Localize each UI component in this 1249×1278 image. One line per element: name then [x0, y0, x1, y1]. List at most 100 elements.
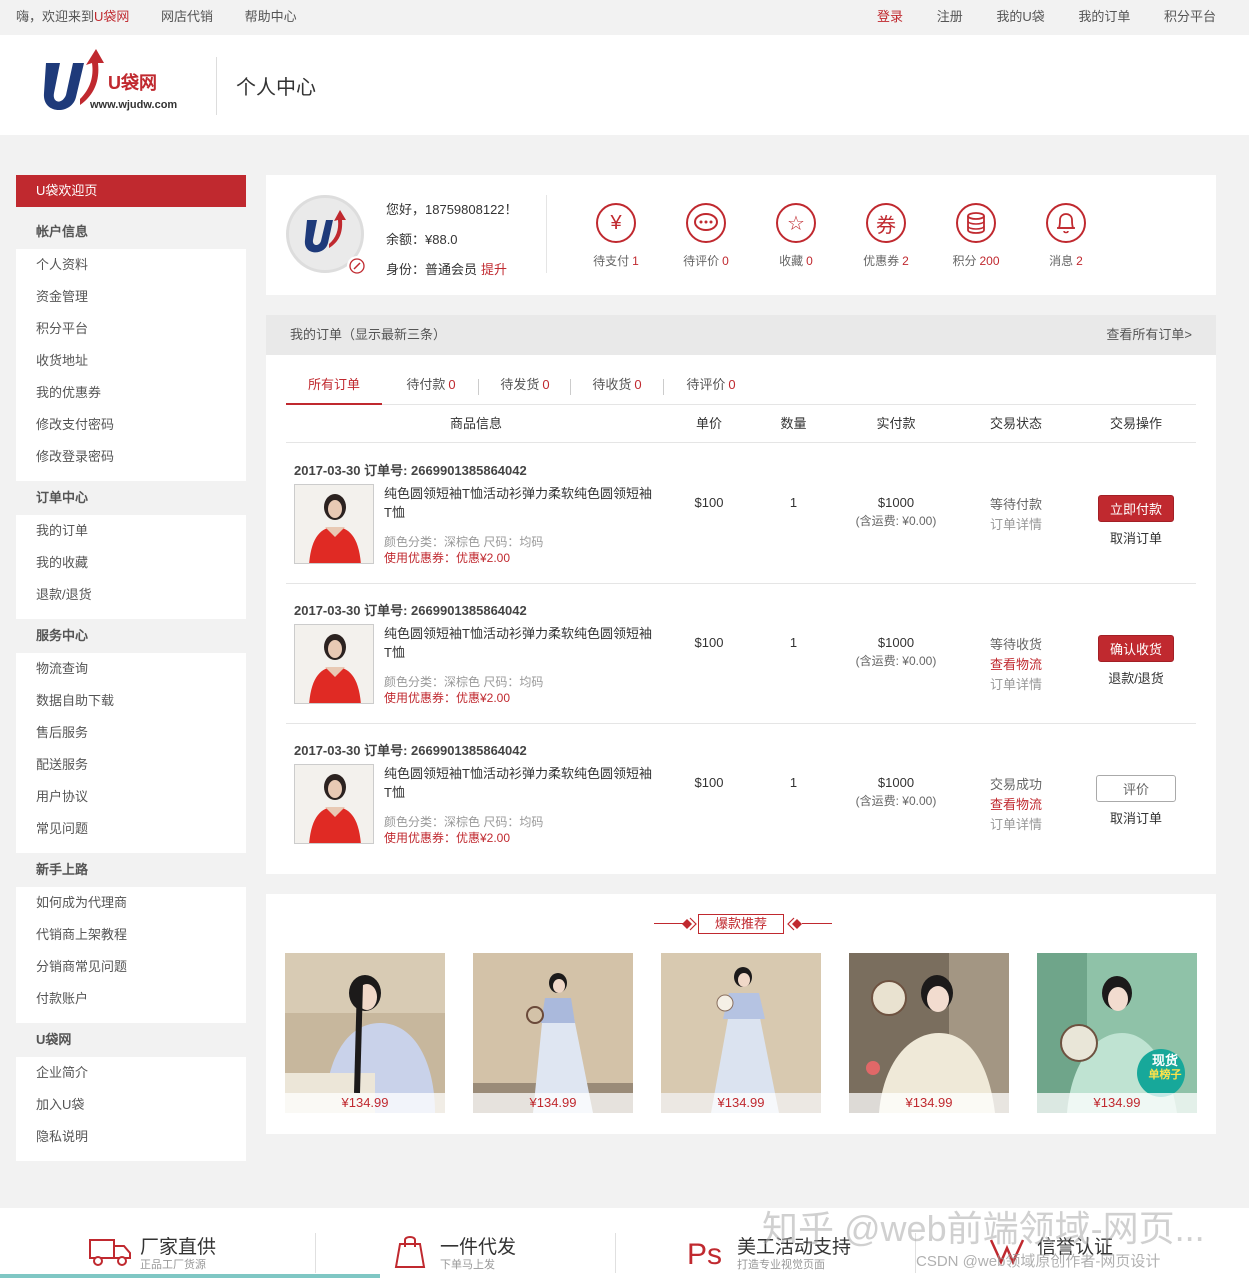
- sidebar-item-my-orders[interactable]: 我的订单: [16, 515, 246, 547]
- product-thumbnail[interactable]: [294, 764, 374, 844]
- upgrade-link[interactable]: 提升: [481, 262, 507, 277]
- product-name[interactable]: 纯色圆领短袖T恤活动衫弹力柔软纯色圆领短袖T恤: [384, 484, 654, 522]
- status-text: 等待付款: [989, 497, 1042, 512]
- sidebar-item-privacy[interactable]: 隐私说明: [16, 1121, 246, 1153]
- sidebar-item-after-sales[interactable]: 售后服务: [16, 717, 246, 749]
- sidebar-home[interactable]: U袋欢迎页: [16, 175, 246, 207]
- product-price: ¥134.99: [285, 1093, 445, 1113]
- logo[interactable]: U袋网 www.wjudw.com: [40, 49, 200, 121]
- order-detail-link[interactable]: 订单详情: [966, 515, 1066, 535]
- login-link[interactable]: 登录: [877, 9, 903, 24]
- product-card[interactable]: ¥134.99: [285, 953, 445, 1113]
- sidebar-item-data-download[interactable]: 数据自助下载: [16, 685, 246, 717]
- col-paid: 实付款: [876, 416, 916, 431]
- sidebar-item-faq[interactable]: 常见问题: [16, 813, 246, 845]
- sidebar-item-coupons[interactable]: 我的优惠券: [16, 377, 246, 409]
- cancel-order-link[interactable]: 取消订单: [1086, 528, 1186, 547]
- order-detail-link[interactable]: 订单详情: [966, 815, 1066, 835]
- refund-link[interactable]: 退款/退货: [1086, 668, 1186, 687]
- tab-pending-payment[interactable]: 待付款 0: [386, 370, 476, 405]
- coins-icon: [956, 203, 996, 243]
- product-price: ¥134.99: [661, 1093, 821, 1113]
- view-all-orders-link[interactable]: 查看所有订单>: [1106, 315, 1192, 355]
- view-logistics-link[interactable]: 查看物流: [966, 795, 1066, 815]
- sidebar-item-refunds[interactable]: 退款/退货: [16, 579, 246, 611]
- tab-pending-receipt[interactable]: 待收货 0: [572, 370, 662, 405]
- stat-coupons[interactable]: 券 优惠券 2: [851, 203, 921, 269]
- top-link-help[interactable]: 帮助中心: [245, 9, 297, 24]
- recommend-panel: 爆款推荐 ¥134.99 ¥134.99 ¥134.99 ¥134.99 现货单…: [266, 894, 1216, 1134]
- sidebar-item-points[interactable]: 积分平台: [16, 313, 246, 345]
- logo-site-url: www.wjudw.com: [90, 99, 178, 111]
- cancel-order-link[interactable]: 取消订单: [1086, 808, 1186, 827]
- sidebar-item-distributor-faq[interactable]: 分销商常见问题: [16, 951, 246, 983]
- stat-messages[interactable]: 消息 2: [1031, 203, 1101, 269]
- sidebar-item-delivery[interactable]: 配送服务: [16, 749, 246, 781]
- stat-points[interactable]: 积分 200: [941, 203, 1011, 269]
- order-detail-link[interactable]: 订单详情: [966, 675, 1066, 695]
- my-orders-link[interactable]: 我的订单: [1078, 9, 1130, 24]
- stat-pending-review[interactable]: 待评价 0: [671, 203, 741, 269]
- sidebar-item-company[interactable]: 企业简介: [16, 1057, 246, 1089]
- sidebar-item-favorites[interactable]: 我的收藏: [16, 547, 246, 579]
- stat-favorites[interactable]: ☆ 收藏 0: [761, 203, 831, 269]
- view-logistics-link[interactable]: 查看物流: [966, 655, 1066, 675]
- product-name[interactable]: 纯色圆领短袖T恤活动衫弹力柔软纯色圆领短袖T恤: [384, 764, 654, 802]
- product-attrs: 颜色分类：深棕色 尺码：均码: [384, 675, 544, 689]
- sidebar-group-title: U袋网: [16, 1023, 246, 1057]
- top-link-dropship[interactable]: 网店代销: [161, 9, 213, 24]
- sidebar-item-become-agent[interactable]: 如何成为代理商: [16, 887, 246, 919]
- table-row: 2017-03-30 订单号: 2669901385864042 纯色圆领短袖T…: [286, 584, 1196, 724]
- sidebar-item-logistics[interactable]: 物流查询: [16, 653, 246, 685]
- bag-icon: [388, 1234, 432, 1268]
- product-thumbnail[interactable]: [294, 484, 374, 564]
- col-status: 交易状态: [989, 416, 1042, 431]
- register-link[interactable]: 注册: [937, 9, 963, 24]
- product-card[interactable]: ¥134.99: [661, 953, 821, 1113]
- paid-amount: $1000 (含运费: ¥0.00): [855, 775, 937, 808]
- product-name[interactable]: 纯色圆领短袖T恤活动衫弹力柔软纯色圆领短袖T恤: [384, 624, 654, 662]
- avatar[interactable]: [286, 195, 367, 276]
- sidebar-item-listing-tutorial[interactable]: 代销商上架教程: [16, 919, 246, 951]
- product-card[interactable]: ¥134.99: [473, 953, 633, 1113]
- star-icon: ☆: [776, 203, 816, 243]
- tab-all-orders[interactable]: 所有订单: [286, 370, 382, 405]
- sidebar-item-login-password[interactable]: 修改登录密码: [16, 441, 246, 473]
- sidebar-item-pay-password[interactable]: 修改支付密码: [16, 409, 246, 441]
- order-actions: 确认收货 退款/退货: [1086, 635, 1186, 687]
- tab-pending-shipment[interactable]: 待发货 0: [480, 370, 570, 405]
- stat-pending-payment[interactable]: ¥ 待支付 1: [581, 203, 651, 269]
- my-udai-link[interactable]: 我的U袋: [996, 9, 1044, 24]
- order-status: 等待收货 查看物流 订单详情: [966, 635, 1066, 695]
- top-bar-left: 嗨，欢迎来到U袋网 网店代销 帮助中心: [16, 0, 297, 34]
- watermark-csdn: CSDN @web领域原创作者-网页设计: [916, 1253, 1161, 1270]
- product-price: ¥134.99: [1037, 1093, 1197, 1113]
- order-header: 2017-03-30 订单号: 2669901385864042: [294, 603, 527, 618]
- greeting-brand-link[interactable]: U袋网: [94, 9, 129, 24]
- product-thumbnail[interactable]: [294, 624, 374, 704]
- col-price: 单价: [695, 416, 722, 431]
- watermark-zhihu: 知乎 @web前端领域-网页...: [762, 1208, 1205, 1249]
- sidebar-item-agreement[interactable]: 用户协议: [16, 781, 246, 813]
- confirm-receipt-button[interactable]: 确认收货: [1097, 635, 1174, 662]
- sidebar-item-profile[interactable]: 个人资料: [16, 249, 246, 281]
- sidebar-item-address[interactable]: 收货地址: [16, 345, 246, 377]
- top-bar: 嗨，欢迎来到U袋网 网店代销 帮助中心 登录 注册 我的U袋 我的订单 积分平台: [0, 0, 1249, 35]
- sidebar-item-payment-account[interactable]: 付款账户: [16, 983, 246, 1015]
- quantity: 1: [789, 635, 798, 650]
- sidebar-group-title: 服务中心: [16, 619, 246, 653]
- product-attrs: 颜色分类：深棕色 尺码：均码: [384, 815, 544, 829]
- sidebar-item-funds[interactable]: 资金管理: [16, 281, 246, 313]
- edit-avatar-icon[interactable]: [347, 256, 367, 276]
- pay-now-button[interactable]: 立即付款: [1097, 495, 1174, 522]
- product-card[interactable]: ¥134.99: [849, 953, 1009, 1113]
- points-platform-link[interactable]: 积分平台: [1164, 9, 1216, 24]
- col-qty: 数量: [780, 416, 807, 431]
- tab-pending-review[interactable]: 待评价 0: [666, 370, 756, 405]
- product-card[interactable]: 现货 单榜子 ¥134.99: [1037, 953, 1197, 1113]
- unit-price: $100: [694, 635, 724, 650]
- review-button[interactable]: 评价: [1095, 775, 1176, 802]
- footer-underline: [0, 1274, 380, 1278]
- quantity: 1: [789, 495, 798, 510]
- sidebar-item-join[interactable]: 加入U袋: [16, 1089, 246, 1121]
